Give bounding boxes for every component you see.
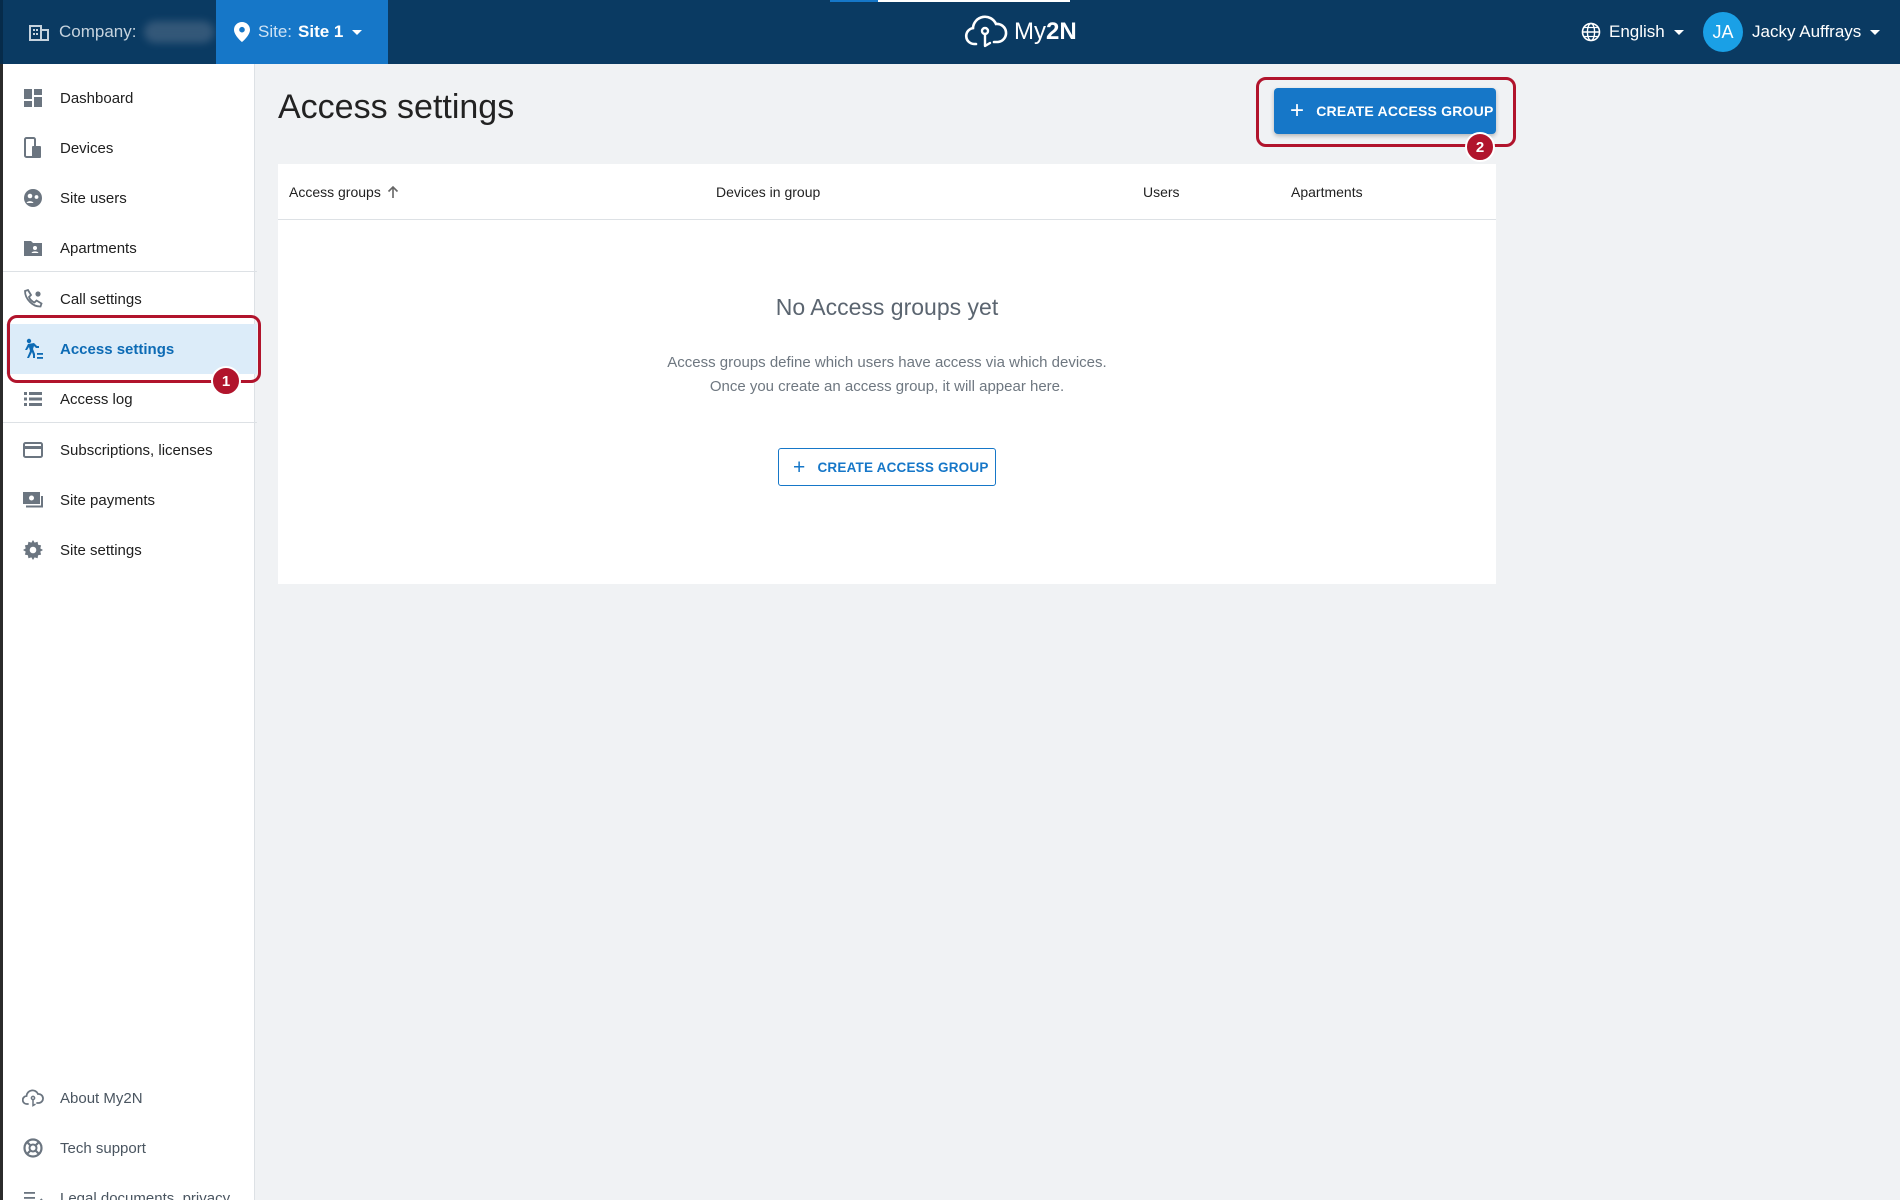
cloud-icon <box>22 1087 44 1109</box>
sidebar-item-label: Tech support <box>60 1139 146 1157</box>
site-value: Site 1 <box>298 22 344 41</box>
sidebar-item-label: Access log <box>60 390 133 408</box>
sidebar-item-about[interactable]: About My2N <box>6 1073 257 1123</box>
column-header-label: Access groups <box>289 184 381 200</box>
credit-card-icon <box>22 439 44 461</box>
empty-state-description: Access groups define which users have ac… <box>667 354 1107 371</box>
step-badge-1: 1 <box>211 366 241 396</box>
empty-state-description: Once you create an access group, it will… <box>709 378 1065 395</box>
column-header-label: Apartments <box>1291 184 1363 200</box>
empty-state-title: No Access groups yet <box>775 294 999 320</box>
nav-indicator-active <box>830 0 878 2</box>
column-header-users: Users <box>1143 184 1180 200</box>
sidebar-item-site-payments[interactable]: Site payments <box>6 475 257 525</box>
language-label: English <box>1609 22 1665 41</box>
phone-settings-icon <box>22 288 44 310</box>
sidebar-item-label: Site settings <box>60 541 142 559</box>
top-bar: Company: Site: Site 1 My 2N English JA Ja… <box>0 0 1900 64</box>
gear-icon <box>22 539 44 561</box>
table-header: Access groups Devices in group Users Apa… <box>278 164 1496 220</box>
nav-indicator <box>878 0 1070 2</box>
company-selector[interactable]: Company: <box>0 0 216 64</box>
sidebar-item-devices[interactable]: Devices <box>6 123 257 173</box>
users-icon <box>22 187 44 209</box>
sidebar-item-label: Site payments <box>60 491 156 509</box>
sidebar-item-label: Call settings <box>60 290 142 308</box>
logo-text-my: My <box>1014 18 1046 45</box>
access-groups-table: Access groups Devices in group Users Apa… <box>278 164 1496 584</box>
sidebar-item-site-users[interactable]: Site users <box>6 173 257 223</box>
cloud-logo-icon <box>964 15 1008 48</box>
site-selector[interactable]: Site: Site 1 <box>216 0 388 64</box>
logo-text-2n: 2N <box>1046 18 1077 45</box>
language-selector[interactable]: English <box>1581 0 1684 64</box>
sidebar-item-subscriptions[interactable]: Subscriptions, licenses <box>6 425 257 475</box>
sidebar-item-label: Legal documents, privacy <box>60 1189 231 1200</box>
sidebar-item-label: Apartments <box>60 239 137 257</box>
sidebar-item-legal[interactable]: Legal documents, privacy <box>6 1173 257 1200</box>
sidebar-item-label: Devices <box>60 139 114 157</box>
create-access-group-empty-button[interactable]: + CREATE ACCESS GROUP <box>778 448 996 486</box>
payments-icon <box>22 489 44 511</box>
company-label: Company: <box>59 22 137 41</box>
sidebar-item-label: Subscriptions, licenses <box>60 441 213 459</box>
devices-icon <box>22 137 44 159</box>
globe-icon <box>1581 22 1601 42</box>
building-icon <box>29 25 49 41</box>
list-icon <box>22 388 44 410</box>
sidebar-item-apartments[interactable]: Apartments <box>6 223 257 273</box>
sidebar-item-label: About My2N <box>60 1089 143 1107</box>
site-label: Site: <box>258 22 293 41</box>
avatar: JA <box>1703 12 1743 52</box>
page-title: Access settings <box>278 88 515 126</box>
sidebar-item-dashboard[interactable]: Dashboard <box>6 73 257 123</box>
company-name-redacted <box>144 21 215 43</box>
sidebar-divider <box>3 271 257 272</box>
sidebar: Dashboard Devices Site users Apartments … <box>0 64 257 1200</box>
plus-icon: + <box>793 455 806 479</box>
chevron-down-icon <box>1673 29 1684 35</box>
create-access-group-label: CREATE ACCESS GROUP <box>817 459 989 475</box>
chevron-down-icon <box>352 29 363 35</box>
dashboard-icon <box>22 87 44 109</box>
sidebar-divider <box>3 422 257 423</box>
user-name: Jacky Auffrays <box>1752 22 1862 41</box>
sort-ascending-icon <box>387 185 398 198</box>
column-header-label: Users <box>1143 184 1180 200</box>
chevron-down-icon <box>1870 29 1881 35</box>
sidebar-item-tech-support[interactable]: Tech support <box>6 1123 257 1173</box>
sidebar-item-label: Dashboard <box>60 89 134 107</box>
user-menu[interactable]: JA Jacky Auffrays <box>1703 0 1881 64</box>
sidebar-item-site-settings[interactable]: Site settings <box>6 525 257 575</box>
lifebuoy-icon <box>22 1137 44 1159</box>
column-header-apartments: Apartments <box>1291 184 1363 200</box>
apartment-icon <box>22 237 44 259</box>
column-header-devices: Devices in group <box>716 184 820 200</box>
step-badge-2: 2 <box>1465 132 1495 162</box>
checklist-icon <box>22 1187 44 1200</box>
column-header-access-groups[interactable]: Access groups <box>289 184 399 200</box>
column-header-label: Devices in group <box>716 184 821 200</box>
sidebar-item-label: Site users <box>60 189 127 207</box>
location-pin-icon <box>234 22 250 42</box>
my2n-logo[interactable]: My 2N <box>964 12 1077 52</box>
